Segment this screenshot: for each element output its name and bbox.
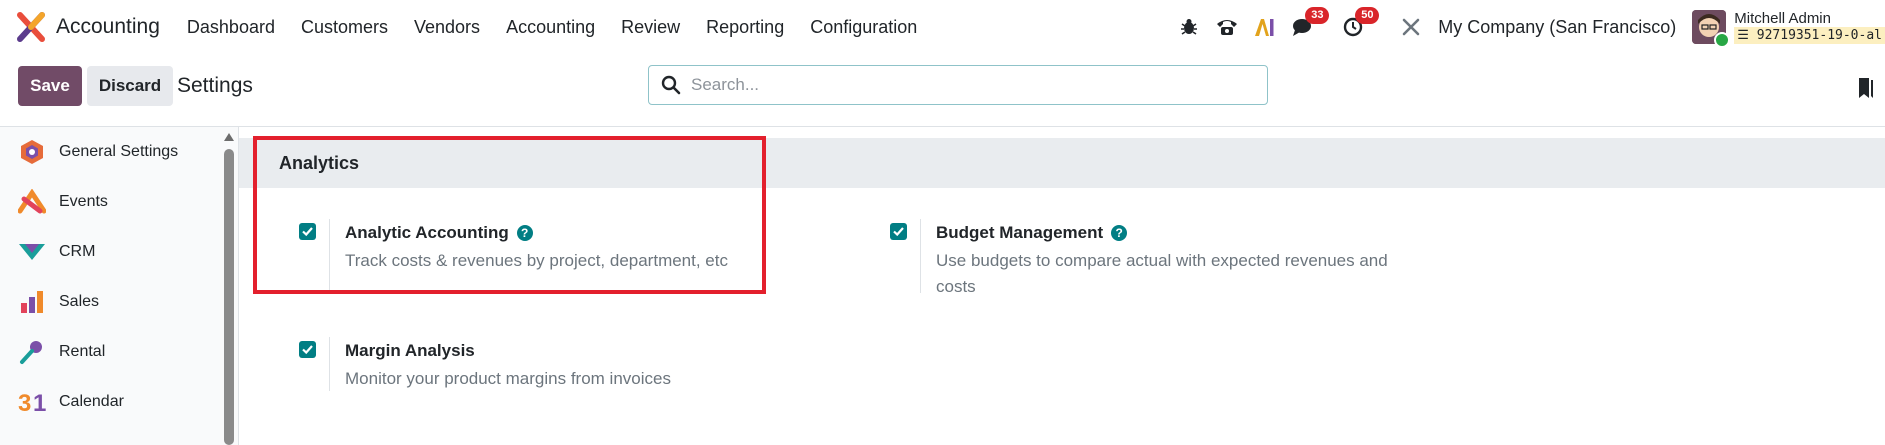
setting-description: Use budgets to compare actual with expec… [936, 251, 1388, 296]
settings-sidebar: General Settings Events CRM Sales Rental… [0, 127, 239, 445]
sidebar-item-rental[interactable]: Rental [0, 327, 238, 377]
setting-divider [920, 219, 921, 293]
tools-icon[interactable] [1398, 14, 1424, 40]
sidebar-item-sales[interactable]: Sales [0, 277, 238, 327]
menu-configuration[interactable]: Configuration [797, 17, 930, 38]
menu-dashboard[interactable]: Dashboard [174, 17, 288, 38]
save-button[interactable]: Save [18, 66, 82, 106]
setting-title: Margin Analysis [345, 341, 475, 360]
section-title: Analytics [279, 153, 360, 173]
events-icon [18, 188, 46, 216]
setting-description: Monitor your product margins from invoic… [345, 369, 671, 388]
menu-review[interactable]: Review [608, 17, 693, 38]
app-brand[interactable]: Accounting [16, 12, 160, 42]
activities-clock-icon[interactable]: 50 [1340, 7, 1380, 40]
user-menu[interactable]: Mitchell Admin ☰ 92719351-19-0-al [1692, 10, 1885, 48]
setting-description: Track costs & revenues by project, depar… [345, 251, 728, 270]
setting-title: Budget Management [936, 223, 1104, 242]
search-input[interactable] [689, 74, 1253, 96]
systray: 33 50 My Company (San Francisco) Mitchel… [1170, 0, 1885, 54]
crm-icon [18, 238, 46, 266]
budget-management-checkbox[interactable] [890, 223, 907, 240]
database-icon: ☰ [1737, 28, 1749, 43]
messages-count-badge: 33 [1305, 7, 1330, 24]
menu-reporting[interactable]: Reporting [693, 17, 797, 38]
activities-count-badge: 50 [1355, 7, 1380, 24]
debug-icon[interactable] [1176, 14, 1202, 40]
setting-divider [329, 219, 330, 293]
user-name: Mitchell Admin [1734, 10, 1831, 27]
sidebar-item-general-settings[interactable]: General Settings [0, 127, 238, 177]
analytics-section-header: Analytics [239, 138, 1885, 188]
messages-icon[interactable]: 33 [1290, 7, 1330, 40]
discard-button[interactable]: Discard [87, 66, 173, 106]
sales-icon [18, 288, 46, 316]
sidebar-scrollbar[interactable] [223, 127, 234, 445]
scroll-thumb[interactable] [224, 149, 234, 445]
calendar-icon: 3 1 [18, 388, 46, 416]
app-name: Accounting [56, 15, 160, 38]
control-panel: Save Discard Settings [0, 54, 1885, 127]
menu-customers[interactable]: Customers [288, 17, 401, 38]
ai-icon[interactable] [1252, 14, 1278, 40]
company-switcher[interactable]: My Company (San Francisco) [1438, 17, 1676, 38]
database-name: ☰ 92719351-19-0-al [1734, 27, 1885, 44]
setting-divider [329, 337, 330, 391]
menu-vendors[interactable]: Vendors [401, 17, 493, 38]
analytic-accounting-checkbox[interactable] [299, 223, 316, 240]
scroll-up-arrow[interactable] [224, 133, 234, 141]
svg-text:1: 1 [33, 390, 46, 415]
sidebar-item-events[interactable]: Events [0, 177, 238, 227]
menu-accounting[interactable]: Accounting [493, 17, 608, 38]
top-navbar: Accounting Dashboard Customers Vendors A… [0, 0, 1885, 54]
sidebar-item-calendar[interactable]: 3 1 Calendar [0, 377, 238, 427]
svg-text:3: 3 [18, 390, 31, 415]
margin-analysis-checkbox[interactable] [299, 341, 316, 358]
search-bar[interactable] [648, 65, 1268, 105]
general-settings-icon [18, 138, 46, 166]
phone-icon[interactable] [1214, 14, 1240, 40]
sidebar-item-crm[interactable]: CRM [0, 227, 238, 277]
accounting-app-icon [17, 12, 45, 42]
page-title: Settings [177, 74, 253, 97]
main-menu: Dashboard Customers Vendors Accounting R… [174, 17, 930, 38]
setting-title: Analytic Accounting [345, 223, 509, 242]
help-icon[interactable]: ? [516, 225, 533, 241]
settings-content: Analytics Analytic Accounting? Track cos… [239, 127, 1885, 445]
avatar [1692, 10, 1731, 48]
search-icon [661, 75, 681, 95]
help-icon[interactable]: ? [1111, 225, 1128, 241]
online-status-dot [1714, 32, 1731, 48]
bookmark-icon[interactable] [1857, 76, 1875, 100]
rental-icon [18, 338, 46, 366]
